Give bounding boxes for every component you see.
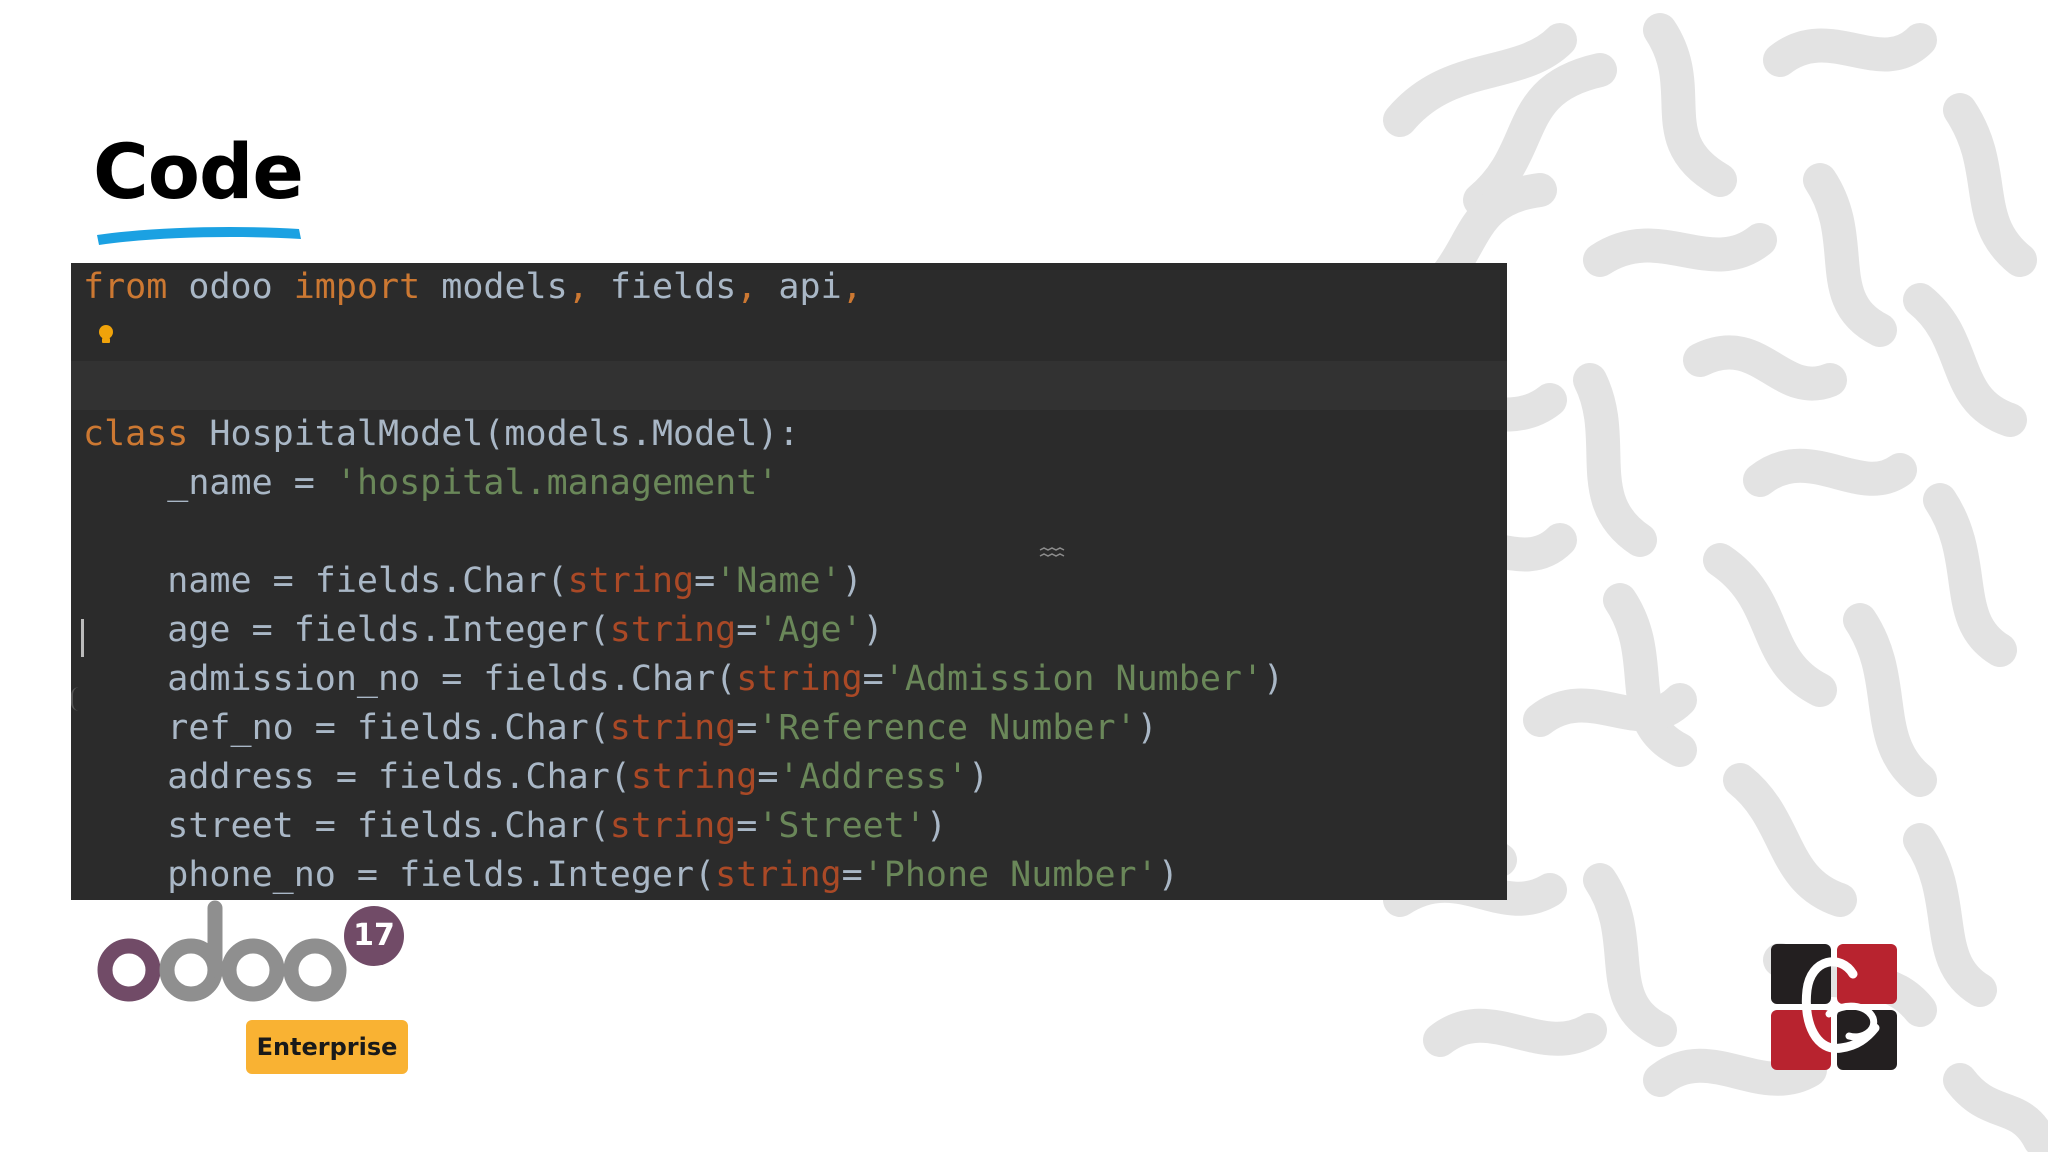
code-line[interactable]: from odoo import models, fields, api,: [71, 263, 1507, 312]
code-token: ): [925, 806, 947, 846]
code-token: 'Street': [757, 806, 926, 846]
code-token: _name =: [83, 463, 336, 503]
text-caret: [81, 619, 84, 657]
code-token: models: [420, 267, 568, 307]
code-token: odoo: [167, 267, 294, 307]
code-line-text: street = fields.Char(string='Street'): [83, 802, 947, 851]
code-line-text: age = fields.Integer(string='Age'): [83, 606, 884, 655]
code-token: =: [736, 610, 758, 650]
fold-gutter-icon[interactable]: [71, 687, 81, 711]
code-token: string: [715, 855, 842, 895]
code-token: 'Admission Number': [883, 659, 1264, 699]
enterprise-edition-badge: Enterprise: [246, 1020, 408, 1074]
code-token: =: [694, 561, 716, 601]
code-token: ): [1136, 708, 1158, 748]
code-line[interactable]: street = fields.Char(string='Street'): [71, 802, 1507, 851]
code-token: ): [862, 610, 884, 650]
code-line[interactable]: phone_no = fields.Integer(string='Phone …: [71, 851, 1507, 900]
code-line[interactable]: admission_no = fields.Char(string='Admis…: [71, 655, 1507, 704]
code-editor[interactable]: from odoo import models, fields, api, cla…: [71, 263, 1507, 900]
code-line-text: admission_no = fields.Char(string='Admis…: [83, 655, 1284, 704]
code-line[interactable]: class HospitalModel(models.Model):: [71, 410, 1507, 459]
code-token: ): [1157, 855, 1179, 895]
warning-squiggle-icon: [1039, 547, 1065, 557]
code-line-text: phone_no = fields.Integer(string='Phone …: [83, 851, 1179, 900]
code-line[interactable]: address = fields.Char(string='Address'): [71, 753, 1507, 802]
code-line-text: _name = 'hospital.management': [83, 459, 778, 508]
code-token: string: [630, 757, 758, 797]
code-line-text: address = fields.Char(string='Address'): [83, 753, 989, 802]
code-token: 'Reference Number': [757, 708, 1137, 748]
code-token: ,: [841, 267, 863, 307]
code-token: HospitalModel(models.Model):: [188, 414, 800, 454]
code-token: 'Name': [715, 561, 842, 601]
version-badge: 17: [344, 906, 404, 966]
code-token: string: [736, 659, 863, 699]
code-token: =: [841, 855, 863, 895]
code-token: string: [609, 806, 737, 846]
code-token: phone_no = fields.Integer(: [83, 855, 716, 895]
code-token: street = fields.Char(: [83, 806, 610, 846]
code-token: =: [862, 659, 884, 699]
code-token: ,: [567, 267, 589, 307]
code-line-text: name = fields.Char(string='Name'): [83, 557, 863, 606]
code-token: 'Phone Number': [862, 855, 1158, 895]
code-token: =: [736, 708, 758, 748]
code-line[interactable]: _name = 'hospital.management': [71, 459, 1507, 508]
code-token: =: [757, 757, 779, 797]
code-token: ref_no = fields.Char(: [83, 708, 610, 748]
code-token: name = fields.Char(: [83, 561, 568, 601]
code-token: age = fields.Integer(: [83, 610, 610, 650]
code-line[interactable]: [71, 312, 1507, 361]
code-token: class: [83, 414, 189, 454]
code-token: string: [567, 561, 695, 601]
code-token: api: [757, 267, 842, 307]
code-line[interactable]: ref_no = fields.Char(string='Reference N…: [71, 704, 1507, 753]
code-token: import: [293, 267, 421, 307]
code-line[interactable]: age = fields.Integer(string='Age'): [71, 606, 1507, 655]
code-line-text: ref_no = fields.Char(string='Reference N…: [83, 704, 1158, 753]
code-line-text: class HospitalModel(models.Model):: [83, 410, 799, 459]
code-token: admission_no = fields.Char(: [83, 659, 737, 699]
code-token: fields: [588, 267, 737, 307]
code-token: 'Address': [778, 757, 969, 797]
code-token: string: [609, 610, 737, 650]
slide-title: Code: [93, 127, 304, 216]
code-token: address = fields.Char(: [83, 757, 631, 797]
code-line[interactable]: [71, 508, 1507, 557]
code-token: 'Age': [757, 610, 863, 650]
title-underline-brush-stroke: [97, 227, 301, 245]
company-logo: [1771, 944, 1897, 1070]
code-line[interactable]: name = fields.Char(string='Name'): [71, 557, 1507, 606]
code-token: ,: [736, 267, 758, 307]
code-token: 'hospital.management': [335, 463, 779, 503]
code-token: ): [1263, 659, 1285, 699]
code-line-text: from odoo import models, fields, api,: [83, 263, 863, 312]
code-token: from: [83, 267, 168, 307]
code-token: ): [841, 561, 863, 601]
code-token: string: [609, 708, 737, 748]
lightbulb-icon[interactable]: [95, 323, 117, 347]
code-token: =: [736, 806, 758, 846]
code-line[interactable]: [71, 361, 1507, 410]
code-token: ): [968, 757, 990, 797]
